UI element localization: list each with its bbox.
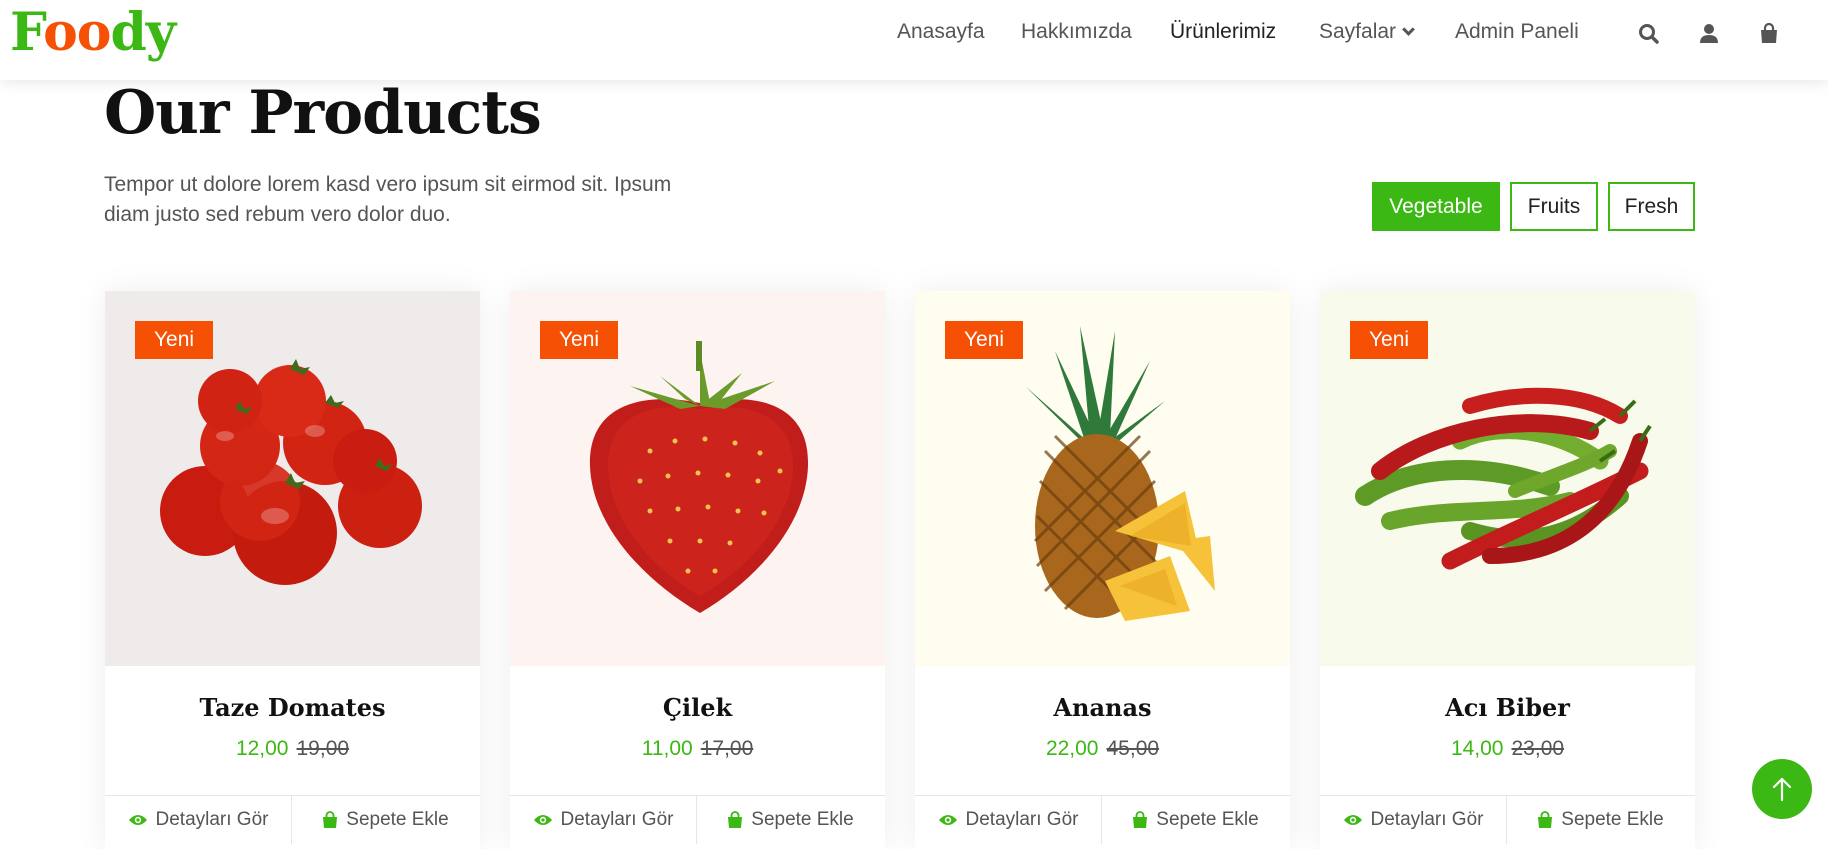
brand-logo[interactable]: Foody [10, 2, 176, 63]
navbar: Foody Anasayfa Hakkımızda Ürünlerimiz Sa… [0, 0, 1828, 80]
nav-item-urunlerimiz[interactable]: Ürünlerimiz [1170, 20, 1276, 44]
product-card: Yeni Acı Biber 14,00 23,00 Detayları Gör … [1320, 291, 1695, 849]
new-badge: Yeni [135, 321, 213, 359]
new-badge: Yeni [540, 321, 618, 359]
price-old: 45,00 [1106, 737, 1160, 760]
page-title: Our Products [104, 78, 542, 148]
product-card: Yeni Ananas 22,00 45,00 Detayları Gör Sep… [915, 291, 1290, 849]
view-details-label: Detayları Gör [560, 809, 674, 830]
shopping-bag-icon [323, 811, 338, 828]
product-card: Yeni Çilek 11,00 17,00 Detayları Gör Sepe… [510, 291, 885, 849]
price-current: 12,00 [235, 737, 289, 760]
back-to-top-button[interactable] [1752, 759, 1812, 819]
arrow-up-icon [1772, 777, 1792, 802]
shopping-bag-icon [728, 811, 743, 828]
product-card: Yeni Taze Domates 12,00 19,00 Detayları G… [105, 291, 480, 849]
nav-item-sayfalar[interactable]: Sayfalar [1319, 20, 1415, 44]
price-old: 19,00 [296, 737, 350, 760]
shopping-bag-icon [1538, 811, 1553, 828]
nav-item-hakkimizda[interactable]: Hakkımızda [1021, 20, 1132, 44]
brand-letter: o [76, 2, 112, 63]
add-to-cart-button[interactable]: Sepete Ekle [697, 796, 884, 844]
card-actions: Detayları Gör Sepete Ekle [510, 795, 885, 849]
product-image-pineapple[interactable]: Yeni [915, 291, 1290, 666]
product-image-strawberry[interactable]: Yeni [510, 291, 885, 666]
new-badge: Yeni [945, 321, 1023, 359]
view-details-button[interactable]: Detayları Gör [1320, 796, 1507, 844]
price-current: 22,00 [1045, 737, 1099, 760]
product-image-chili-peppers[interactable]: Yeni [1320, 291, 1695, 666]
product-name[interactable]: Acı Biber [1320, 693, 1695, 722]
card-actions: Detayları Gör Sepete Ekle [1320, 795, 1695, 849]
brand-letter: d [110, 2, 146, 63]
brand-letter: y [145, 2, 176, 63]
eye-icon [938, 815, 957, 825]
view-details-label: Detayları Gör [965, 809, 1079, 830]
product-name[interactable]: Taze Domates [105, 693, 480, 722]
card-actions: Detayları Gör Sepete Ekle [105, 795, 480, 849]
product-price: 11,00 17,00 [510, 737, 885, 761]
add-to-cart-label: Sepete Ekle [1561, 809, 1664, 830]
price-current: 14,00 [1450, 737, 1504, 760]
view-details-label: Detayları Gör [1370, 809, 1484, 830]
view-details-button[interactable]: Detayları Gör [510, 796, 697, 844]
add-to-cart-button[interactable]: Sepete Ekle [1102, 796, 1289, 844]
price-old: 17,00 [700, 737, 754, 760]
filter-fruits-button[interactable]: Fruits [1510, 182, 1598, 231]
product-price: 22,00 45,00 [915, 737, 1290, 761]
shopping-bag-icon[interactable] [1757, 22, 1781, 46]
eye-icon [1343, 815, 1362, 825]
view-details-button[interactable]: Detayları Gör [915, 796, 1102, 844]
chevron-down-icon [1402, 23, 1415, 36]
shopping-bag-icon [1133, 811, 1148, 828]
add-to-cart-button[interactable]: Sepete Ekle [292, 796, 479, 844]
price-old: 23,00 [1511, 737, 1565, 760]
add-to-cart-label: Sepete Ekle [346, 809, 449, 830]
add-to-cart-label: Sepete Ekle [751, 809, 854, 830]
nav-item-admin-paneli[interactable]: Admin Paneli [1455, 20, 1579, 44]
add-to-cart-button[interactable]: Sepete Ekle [1507, 796, 1694, 844]
add-to-cart-label: Sepete Ekle [1156, 809, 1259, 830]
view-details-button[interactable]: Detayları Gör [105, 796, 292, 844]
search-icon[interactable] [1637, 22, 1661, 46]
new-badge: Yeni [1350, 321, 1428, 359]
eye-icon [128, 815, 147, 825]
card-actions: Detayları Gör Sepete Ekle [915, 795, 1290, 849]
product-image-tomatoes[interactable]: Yeni [105, 291, 480, 666]
nav-item-sayfalar-label: Sayfalar [1319, 20, 1397, 43]
filter-vegetable-button[interactable]: Vegetable [1372, 182, 1500, 231]
brand-letter: F [10, 2, 44, 63]
product-price: 14,00 23,00 [1320, 737, 1695, 761]
section-description: Tempor ut dolore lorem kasd vero ipsum s… [104, 173, 672, 226]
brand-letter: o [43, 2, 78, 63]
product-name[interactable]: Ananas [915, 693, 1290, 722]
view-details-label: Detayları Gör [155, 809, 269, 830]
filter-fresh-button[interactable]: Fresh [1608, 182, 1695, 231]
price-current: 11,00 [641, 737, 693, 760]
product-name[interactable]: Çilek [510, 693, 885, 722]
nav-item-anasayfa[interactable]: Anasayfa [897, 20, 985, 44]
product-price: 12,00 19,00 [105, 737, 480, 761]
eye-icon [533, 815, 552, 825]
user-icon[interactable] [1697, 22, 1721, 46]
